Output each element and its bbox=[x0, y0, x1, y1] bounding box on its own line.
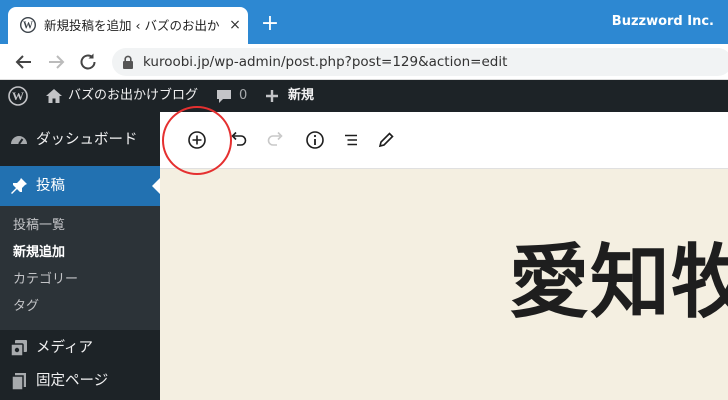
browser-profile-label[interactable]: Buzzword Inc. bbox=[612, 13, 714, 31]
wordpress-favicon-icon: W bbox=[20, 17, 36, 33]
comment-icon bbox=[217, 90, 231, 103]
pages-icon bbox=[11, 373, 26, 391]
sidebar-item-label: 固定ページ bbox=[36, 373, 109, 389]
tab-close-icon[interactable]: × bbox=[227, 17, 243, 33]
highlight-circle-annotation bbox=[162, 106, 232, 175]
lock-icon bbox=[123, 55, 133, 69]
url-text: kuroobi.jp/wp-admin/post.php?post=129&ac… bbox=[143, 54, 508, 70]
admin-sidebar: ダッシュボード 投稿 投稿一覧 新規追加 カテゴリー タグ メディア 固定ページ bbox=[0, 112, 160, 400]
new-content-link[interactable]: 新規 bbox=[288, 80, 314, 112]
sidebar-item-label: 投稿 bbox=[36, 178, 65, 194]
sidebar-item-pages[interactable]: 固定ページ bbox=[0, 361, 160, 400]
editor-canvas[interactable]: 愛知牧 bbox=[160, 169, 728, 400]
sidebar-item-dashboard[interactable]: ダッシュボード bbox=[0, 120, 160, 160]
plus-icon bbox=[266, 90, 278, 102]
submenu-item-tags[interactable]: タグ bbox=[13, 297, 39, 317]
post-title[interactable]: 愛知牧 bbox=[509, 235, 728, 331]
submenu-item-categories[interactable]: カテゴリー bbox=[13, 270, 78, 290]
new-tab-button[interactable]: + bbox=[258, 12, 282, 36]
dashboard-gauge-icon bbox=[11, 136, 27, 145]
tab-title: 新規投稿を追加 ‹ バズのお出かけブロ bbox=[44, 18, 220, 33]
back-arrow-icon[interactable] bbox=[12, 50, 36, 74]
url-omnibox[interactable]: kuroobi.jp/wp-admin/post.php?post=129&ac… bbox=[112, 48, 728, 76]
active-menu-arrow bbox=[152, 178, 160, 194]
list-view-icon[interactable] bbox=[339, 128, 363, 152]
browser-tab-strip: W 新規投稿を追加 ‹ バズのお出かけブロ × + Buzzword Inc. bbox=[0, 0, 728, 44]
redo-icon[interactable] bbox=[264, 128, 288, 152]
submenu-item-add-new[interactable]: 新規追加 bbox=[13, 243, 65, 263]
posts-submenu: 投稿一覧 新規追加 カテゴリー タグ bbox=[0, 206, 160, 330]
info-icon[interactable] bbox=[303, 128, 327, 152]
forward-arrow-icon[interactable] bbox=[44, 50, 68, 74]
wordpress-logo-icon[interactable]: W bbox=[8, 86, 28, 106]
edit-pencil-icon[interactable] bbox=[374, 128, 398, 152]
wp-admin-bar: W バズのお出かけブログ 0 新規 bbox=[0, 80, 728, 112]
home-icon bbox=[46, 89, 62, 103]
site-name-link[interactable]: バズのお出かけブログ bbox=[68, 80, 198, 112]
reload-icon[interactable] bbox=[76, 50, 100, 74]
svg-text:W: W bbox=[12, 89, 24, 103]
editor-toolbar bbox=[160, 112, 728, 169]
sidebar-item-label: ダッシュボード bbox=[36, 132, 138, 148]
media-icon bbox=[10, 340, 27, 357]
comments-count[interactable]: 0 bbox=[239, 80, 247, 112]
submenu-item-all-posts[interactable]: 投稿一覧 bbox=[13, 216, 65, 236]
browser-tab[interactable]: W 新規投稿を追加 ‹ バズのお出かけブロ × bbox=[8, 7, 248, 44]
browser-address-bar: kuroobi.jp/wp-admin/post.php?post=129&ac… bbox=[0, 44, 728, 80]
svg-text:W: W bbox=[23, 21, 33, 32]
sidebar-item-posts[interactable]: 投稿 bbox=[0, 166, 160, 206]
pushpin-icon bbox=[11, 178, 27, 194]
